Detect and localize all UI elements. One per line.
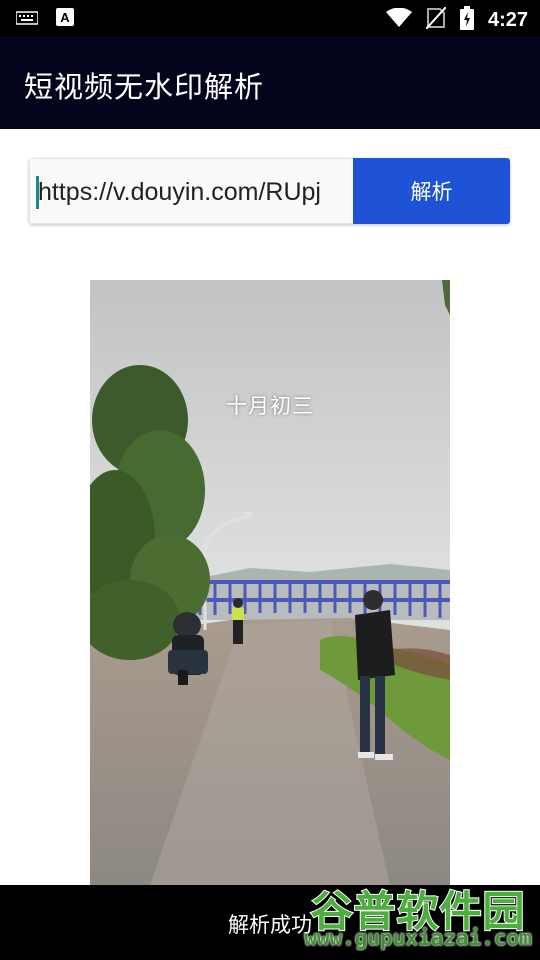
svg-text:A: A <box>60 10 70 25</box>
status-bar: A 4:27 <box>0 0 540 36</box>
url-input[interactable]: https://v.douyin.com/RUpj <box>29 158 353 224</box>
battery-icon <box>459 6 474 34</box>
text-caret <box>36 176 39 209</box>
parse-button[interactable]: 解析 <box>353 158 510 224</box>
keyboard-icon <box>15 10 39 29</box>
site-watermark: 谷普软件园 www.gupuxiazai.com <box>296 876 540 960</box>
no-sim-icon <box>425 6 447 33</box>
traffic-officer <box>232 598 244 644</box>
wifi-icon <box>385 7 412 32</box>
url-form: https://v.douyin.com/RUpj 解析 <box>29 158 510 224</box>
app-title: 短视频无水印解析 <box>24 70 265 104</box>
a-notification-icon: A <box>56 8 74 30</box>
url-input-value: https://v.douyin.com/RUpj <box>38 178 321 206</box>
video-preview[interactable]: 十月初三 <box>90 280 450 885</box>
app-bar: 短视频无水印解析 <box>0 36 540 129</box>
clock: 4:27 <box>487 8 528 31</box>
video-caption: 十月初三 <box>226 394 314 418</box>
video-frame-image <box>90 280 450 885</box>
watermark-url: www.gupuxiazai.com <box>304 926 532 950</box>
